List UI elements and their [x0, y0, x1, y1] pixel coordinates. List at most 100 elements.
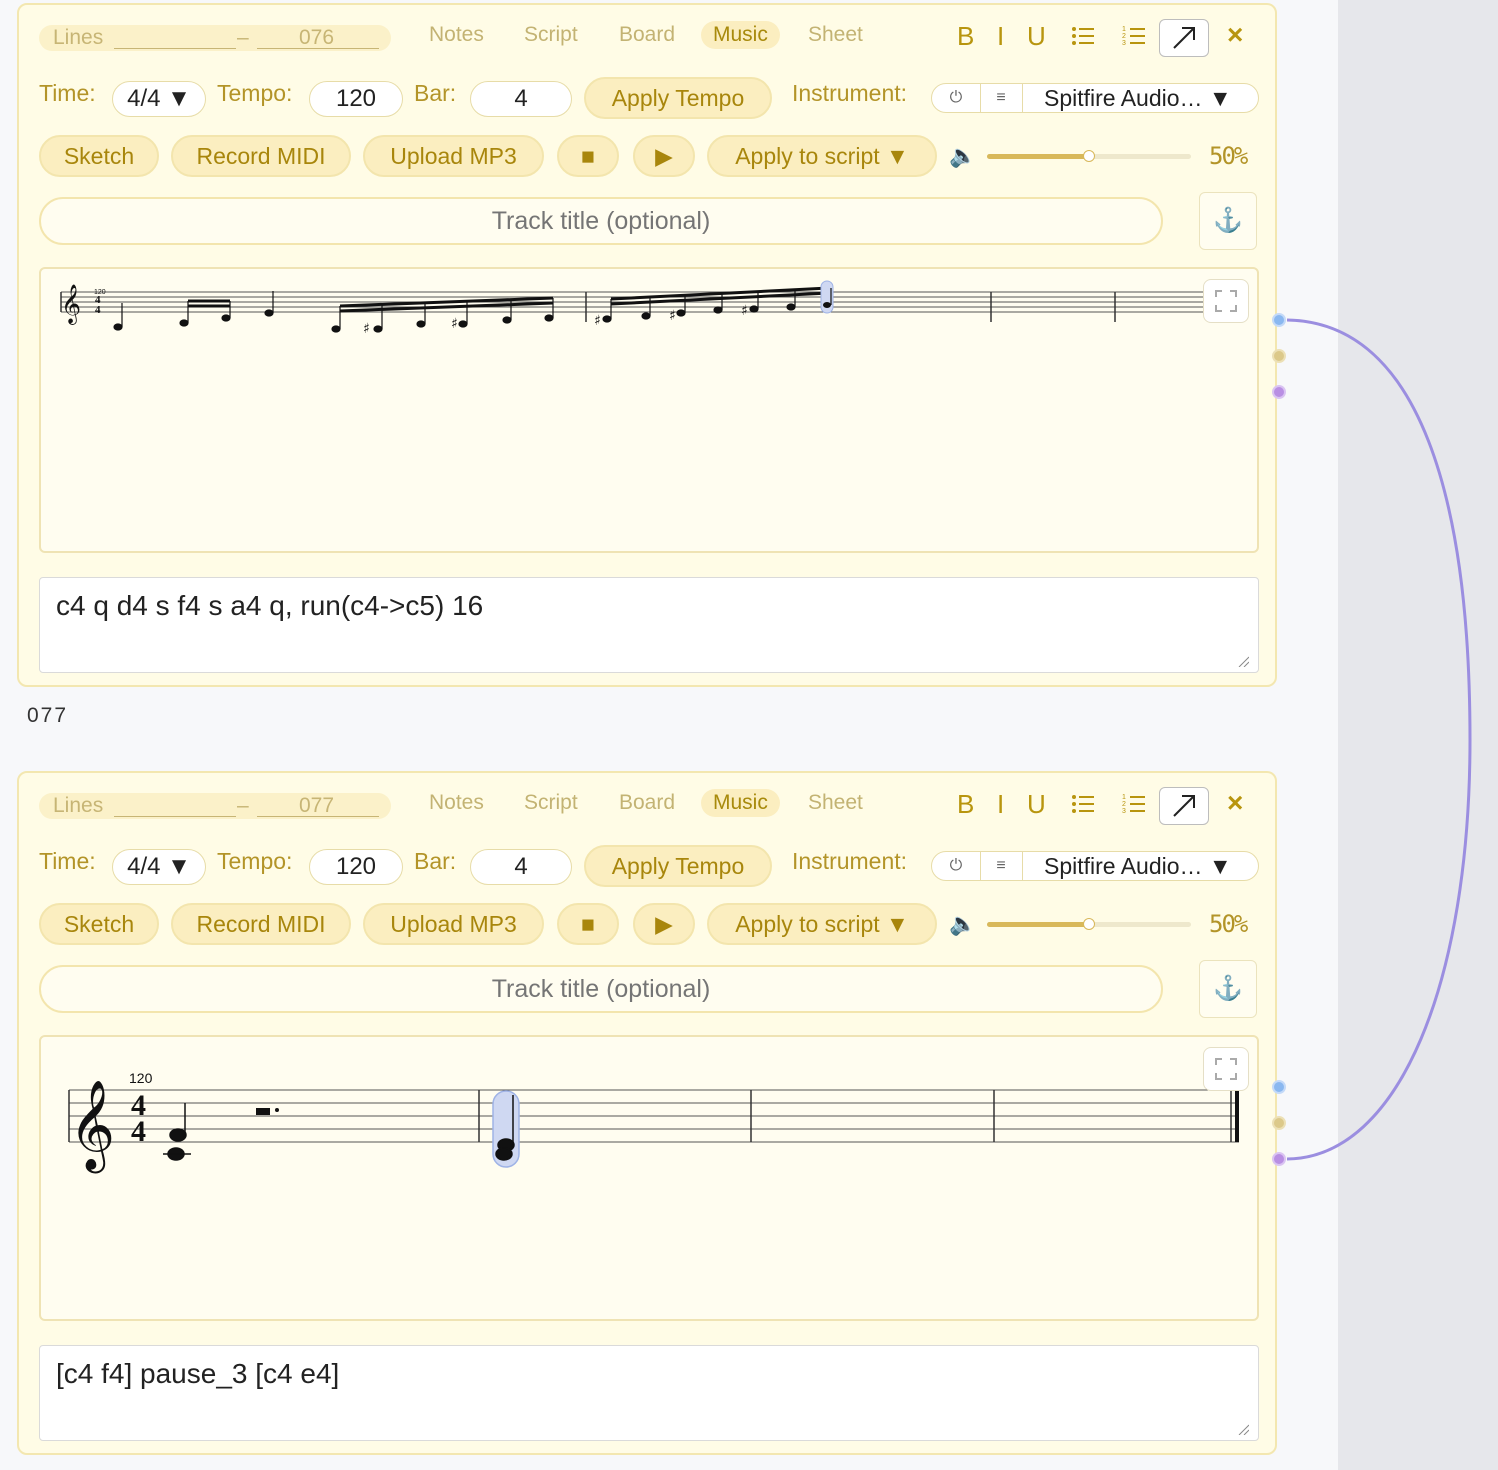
tab-sheet[interactable]: Sheet — [808, 791, 863, 815]
resize-grip-icon[interactable] — [1237, 655, 1249, 667]
svg-text:1: 1 — [1122, 26, 1126, 33]
tempo-label: Tempo: — [217, 80, 293, 106]
sketch-button[interactable]: Sketch — [39, 903, 159, 945]
tab-board[interactable]: Board — [619, 23, 675, 47]
instrument-select[interactable]: ⏻ ≡ Spitfire Audio… ▼ — [931, 83, 1259, 113]
tab-board[interactable]: Board — [619, 791, 675, 815]
list-icon[interactable]: ≡ — [980, 852, 1023, 880]
svg-text:♯: ♯ — [363, 321, 370, 337]
lines-dash: – — [237, 26, 249, 49]
stop-button[interactable]: ■ — [557, 135, 619, 177]
power-icon[interactable]: ⏻ — [932, 852, 981, 880]
sketch-button[interactable]: Sketch — [39, 135, 159, 177]
volume-slider-knob[interactable] — [1083, 150, 1095, 162]
fullscreen-button[interactable] — [1203, 279, 1249, 323]
tab-notes[interactable]: Notes — [429, 791, 484, 815]
tempo-input[interactable]: 120 — [309, 81, 403, 117]
fullscreen-button[interactable] — [1203, 1047, 1249, 1091]
apply-to-script-button[interactable]: Apply to script ▼ — [707, 903, 937, 945]
anchor-icon[interactable]: ⚓ — [1199, 192, 1257, 250]
input-port-blue[interactable] — [1272, 1080, 1286, 1094]
volume-slider[interactable] — [987, 918, 1191, 930]
script-editor[interactable]: [c4 f4] pause_3 [c4 e4] — [39, 1345, 1259, 1441]
tab-music[interactable]: Music — [701, 789, 780, 817]
time-signature-select[interactable]: 4/4 ▼ — [112, 849, 206, 885]
svg-text:4: 4 — [131, 1115, 146, 1148]
time-signature-select[interactable]: 4/4 ▼ — [112, 81, 206, 117]
lines-dash: – — [237, 794, 249, 817]
close-icon[interactable]: × — [1227, 787, 1243, 819]
italic-button[interactable]: I — [997, 21, 1004, 52]
upload-mp3-button[interactable]: Upload MP3 — [363, 903, 544, 945]
numbered-list-icon[interactable]: 123 — [1122, 793, 1146, 815]
svg-text:1: 1 — [1122, 794, 1126, 801]
svg-text:3: 3 — [1122, 40, 1126, 47]
tab-script[interactable]: Script — [524, 791, 578, 815]
volume-slider[interactable] — [987, 150, 1191, 162]
tab-sheet[interactable]: Sheet — [808, 23, 863, 47]
svg-text:♯: ♯ — [451, 316, 458, 332]
play-button[interactable]: ▶ — [633, 903, 695, 945]
script-editor[interactable]: c4 q d4 s f4 s a4 q, run(c4->c5) 16 — [39, 577, 1259, 673]
power-icon[interactable]: ⏻ — [932, 84, 981, 112]
tempo-input[interactable]: 120 — [309, 849, 403, 885]
close-icon[interactable]: × — [1227, 19, 1243, 51]
svg-text:4: 4 — [95, 304, 101, 316]
input-port-purple[interactable] — [1272, 1152, 1286, 1166]
output-port-blue[interactable] — [1272, 313, 1286, 327]
svg-text:♯: ♯ — [594, 313, 601, 329]
lines-range[interactable]: Lines – 077 — [39, 793, 391, 819]
tab-script[interactable]: Script — [524, 23, 578, 47]
apply-to-script-button[interactable]: Apply to script ▼ — [707, 135, 937, 177]
input-port-tan[interactable] — [1272, 1116, 1286, 1130]
score-tempo-label: 120 — [129, 1070, 153, 1086]
volume-slider-knob[interactable] — [1083, 918, 1095, 930]
staff-notation: 𝄞 120 4 4 — [68, 1070, 1239, 1174]
volume-percent: 50% — [1209, 142, 1248, 170]
output-port-purple[interactable] — [1272, 385, 1286, 399]
italic-button[interactable]: I — [997, 789, 1004, 820]
bold-button[interactable]: B — [957, 21, 974, 52]
output-port-tan[interactable] — [1272, 349, 1286, 363]
instrument-name: Spitfire Audio… ▼ — [1044, 85, 1232, 111]
bullet-list-icon[interactable] — [1071, 793, 1095, 815]
record-midi-button[interactable]: Record MIDI — [171, 903, 351, 945]
bold-button[interactable]: B — [957, 789, 974, 820]
bar-input[interactable]: 4 — [470, 849, 572, 885]
apply-tempo-button[interactable]: Apply Tempo — [584, 845, 772, 887]
apply-tempo-button[interactable]: Apply Tempo — [584, 77, 772, 119]
underline-button[interactable]: U — [1027, 21, 1046, 52]
bar-input[interactable]: 4 — [470, 81, 572, 117]
expand-button[interactable] — [1159, 787, 1209, 825]
lines-range[interactable]: Lines – 076 — [39, 25, 391, 51]
tab-notes[interactable]: Notes — [429, 23, 484, 47]
lines-number[interactable]: 076 — [299, 26, 334, 50]
panel-number-label: 077 — [27, 704, 69, 727]
play-button[interactable]: ▶ — [633, 135, 695, 177]
record-midi-button[interactable]: Record MIDI — [171, 135, 351, 177]
music-panel-076: Lines – 076 Notes Script Board Music She… — [17, 3, 1277, 687]
svg-text:3: 3 — [1122, 808, 1126, 815]
svg-text:2: 2 — [1122, 801, 1126, 808]
bar-label: Bar: — [414, 848, 457, 874]
tempo-label: Tempo: — [217, 848, 293, 874]
score-view[interactable]: 𝄞 120 4 4 — [39, 267, 1259, 553]
score-view[interactable]: 𝄞 120 4 4 — [39, 1035, 1259, 1321]
volume-icon[interactable]: 🔈 — [949, 143, 976, 169]
anchor-icon[interactable]: ⚓ — [1199, 960, 1257, 1018]
track-title-input[interactable] — [39, 965, 1163, 1013]
instrument-select[interactable]: ⏻ ≡ Spitfire Audio… ▼ — [931, 851, 1259, 881]
list-icon[interactable]: ≡ — [980, 84, 1023, 112]
tab-music[interactable]: Music — [701, 21, 780, 49]
numbered-list-icon[interactable]: 123 — [1122, 25, 1146, 47]
bullet-list-icon[interactable] — [1071, 25, 1095, 47]
lines-number[interactable]: 077 — [299, 794, 334, 818]
expand-button[interactable] — [1159, 19, 1209, 57]
instrument-label: Instrument: — [792, 80, 908, 106]
underline-button[interactable]: U — [1027, 789, 1046, 820]
stop-button[interactable]: ■ — [557, 903, 619, 945]
upload-mp3-button[interactable]: Upload MP3 — [363, 135, 544, 177]
track-title-input[interactable] — [39, 197, 1163, 245]
resize-grip-icon[interactable] — [1237, 1423, 1249, 1435]
volume-icon[interactable]: 🔈 — [949, 911, 976, 937]
